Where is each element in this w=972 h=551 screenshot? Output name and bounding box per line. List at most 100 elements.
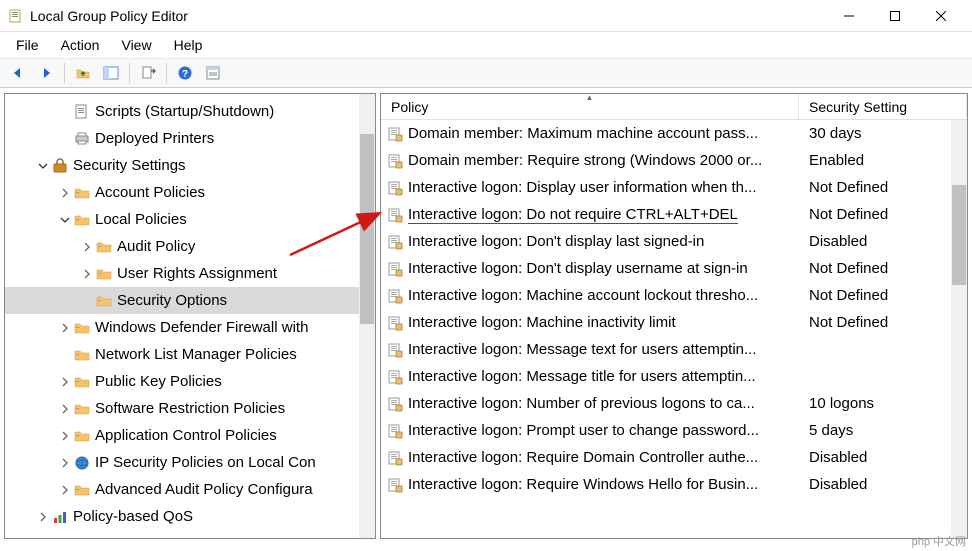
list-row[interactable]: Interactive logon: Require Windows Hello… [381,471,967,498]
forward-button[interactable] [34,61,58,85]
list-row[interactable]: Interactive logon: Display user informat… [381,174,967,201]
policy-name: Interactive logon: Prompt user to change… [408,422,759,439]
tree-item[interactable]: Public Key Policies [5,368,375,395]
back-button[interactable] [6,61,30,85]
expander-icon[interactable] [79,239,95,255]
expander-icon[interactable] [57,455,73,471]
column-header-policy[interactable]: Policy ▲ [381,94,799,119]
tree-item[interactable]: Software Restriction Policies [5,395,375,422]
expander-spacer [79,293,95,309]
folder-icon [73,346,91,364]
maximize-button[interactable] [872,1,918,31]
policy-icon [387,477,403,493]
folder-icon [73,373,91,391]
list-row[interactable]: Interactive logon: Number of previous lo… [381,390,967,417]
tree-item-label: Security Settings [73,157,186,174]
menu-view[interactable]: View [111,34,161,56]
cell-policy: Interactive logon: Display user informat… [381,179,799,196]
list-scrollbar[interactable] [951,120,967,538]
main-content: Scripts (Startup/Shutdown) Deployed Print… [0,88,972,543]
tree-item-label: Application Control Policies [95,427,277,444]
close-button[interactable] [918,1,964,31]
tree-item[interactable]: Account Policies [5,179,375,206]
tree-item-label: Audit Policy [117,238,195,255]
help-button[interactable]: ? [173,61,197,85]
menu-file[interactable]: File [6,34,49,56]
tree-item[interactable]: Network List Manager Policies [5,341,375,368]
expander-icon[interactable] [35,158,51,174]
policy-icon [387,234,403,250]
tree-item[interactable]: Audit Policy [5,233,375,260]
expander-icon[interactable] [57,401,73,417]
tree-item[interactable]: Scripts (Startup/Shutdown) [5,98,375,125]
list-row[interactable]: Interactive logon: Require Domain Contro… [381,444,967,471]
toolbar: ? [0,58,972,88]
tree-view[interactable]: Scripts (Startup/Shutdown) Deployed Print… [5,94,375,538]
list-row[interactable]: Interactive logon: Machine inactivity li… [381,309,967,336]
cell-policy: Interactive logon: Require Domain Contro… [381,449,799,466]
show-hide-tree-button[interactable] [99,61,123,85]
list-row[interactable]: Interactive logon: Don't display last si… [381,228,967,255]
list-view[interactable]: Domain member: Maximum machine account p… [381,120,967,538]
expander-icon[interactable] [57,212,73,228]
policy-name: Interactive logon: Message text for user… [408,341,757,358]
tree-item-label: Policy-based QoS [73,508,193,525]
column-header-policy-label: Policy [391,99,428,115]
tree-item[interactable]: Windows Defender Firewall with [5,314,375,341]
tree-item[interactable]: Security Settings [5,152,375,179]
ipsec-icon [73,454,91,472]
cell-policy: Interactive logon: Prompt user to change… [381,422,799,439]
list-row[interactable]: Interactive logon: Machine account locko… [381,282,967,309]
cell-setting: Enabled [799,152,967,169]
expander-spacer [57,347,73,363]
list-row[interactable]: Interactive logon: Do not require CTRL+A… [381,201,967,228]
policy-icon [387,207,403,223]
tree-item[interactable]: Local Policies [5,206,375,233]
expander-icon[interactable] [57,482,73,498]
toolbar-separator [166,63,167,83]
folder-icon [73,319,91,337]
folder-icon [95,238,113,256]
tree-item-label: Deployed Printers [95,130,214,147]
menu-action[interactable]: Action [51,34,110,56]
folder-icon [95,292,113,310]
expander-icon[interactable] [57,320,73,336]
tree-item[interactable]: Deployed Printers [5,125,375,152]
tree-item-label: Security Options [117,292,227,309]
toolbar-separator [64,63,65,83]
policy-icon [387,288,403,304]
tree-item[interactable]: Policy-based QoS [5,503,375,530]
list-row[interactable]: Interactive logon: Message text for user… [381,336,967,363]
up-button[interactable] [71,61,95,85]
menu-help[interactable]: Help [164,34,213,56]
minimize-button[interactable] [826,1,872,31]
expander-icon[interactable] [79,266,95,282]
export-button[interactable] [136,61,160,85]
tree-item[interactable]: Advanced Audit Policy Configura [5,476,375,503]
properties-button[interactable] [201,61,225,85]
tree-item[interactable]: Security Options [5,287,375,314]
list-row[interactable]: Interactive logon: Message title for use… [381,363,967,390]
column-header-setting[interactable]: Security Setting [799,94,967,119]
expander-icon[interactable] [35,509,51,525]
policy-name: Interactive logon: Number of previous lo… [408,395,755,412]
tree-item[interactable]: Application Control Policies [5,422,375,449]
folder-icon [73,400,91,418]
watermark: php 中文网 [912,533,966,549]
tree-item[interactable]: User Rights Assignment [5,260,375,287]
expander-icon[interactable] [57,185,73,201]
cell-setting: Not Defined [799,260,967,277]
cell-policy: Interactive logon: Message title for use… [381,368,799,385]
list-row[interactable]: Interactive logon: Don't display usernam… [381,255,967,282]
expander-icon[interactable] [57,374,73,390]
list-row[interactable]: Interactive logon: Prompt user to change… [381,417,967,444]
expander-icon[interactable] [57,428,73,444]
list-row[interactable]: Domain member: Require strong (Windows 2… [381,147,967,174]
tree-item[interactable]: IP Security Policies on Local Con [5,449,375,476]
tree-item-label: Local Policies [95,211,187,228]
tree-scrollbar[interactable] [359,94,375,538]
cell-setting: Disabled [799,476,967,493]
policy-icon [387,450,403,466]
list-row[interactable]: Domain member: Maximum machine account p… [381,120,967,147]
tree-item-label: Windows Defender Firewall with [95,319,308,336]
